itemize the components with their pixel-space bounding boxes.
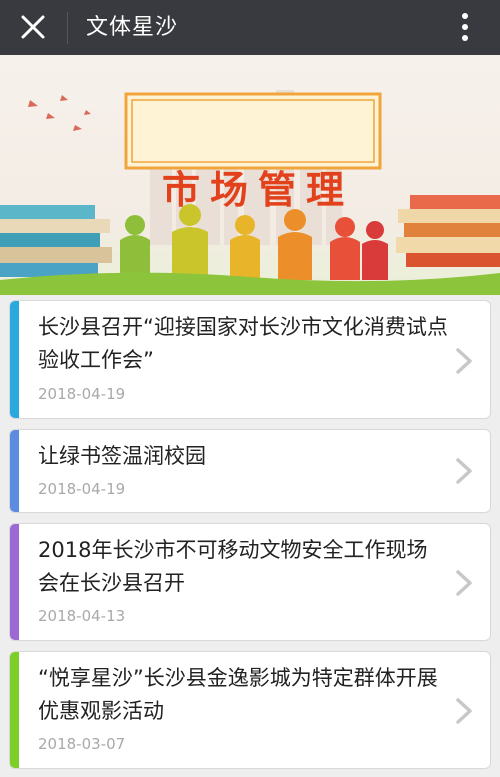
more-button[interactable] <box>456 10 474 44</box>
top-bar: 文体星沙 <box>0 0 500 55</box>
banner: 市场管理 <box>0 55 500 295</box>
article-title: 长沙县召开“迎接国家对长沙市文化消费试点验收工作会” <box>38 315 448 372</box>
close-icon <box>21 15 45 39</box>
header-divider <box>67 12 68 44</box>
article-title: 让绿书签温润校园 <box>38 444 206 468</box>
article-card[interactable]: 长沙县召开“迎接国家对长沙市文化消费试点验收工作会” 2018-04-19 <box>9 300 491 419</box>
article-card[interactable]: 让绿书签温润校园 2018-04-19 <box>9 429 491 513</box>
chevron-right-icon <box>456 458 472 484</box>
article-date: 2018-04-13 <box>38 607 126 625</box>
banner-title: 市场管理 <box>161 166 354 212</box>
chevron-right-icon <box>456 348 472 374</box>
article-date: 2018-04-19 <box>38 385 126 403</box>
article-date: 2018-03-07 <box>38 735 126 753</box>
more-vertical-icon <box>462 13 468 41</box>
chevron-right-icon <box>456 570 472 596</box>
chevron-right-icon <box>456 698 472 724</box>
article-card[interactable]: “悦享星沙”长沙县金逸影城为特定群体开展优惠观影活动 2018-03-07 <box>9 651 491 769</box>
article-card[interactable]: 2018年长沙市不可移动文物安全工作现场会在长沙县召开 2018-04-13 <box>9 523 491 641</box>
article-accent-bar <box>10 430 19 512</box>
article-date: 2018-04-19 <box>38 480 126 498</box>
article-accent-bar <box>10 652 19 768</box>
page-title: 文体星沙 <box>86 15 179 40</box>
article-accent-bar <box>10 301 19 418</box>
article-title: 2018年长沙市不可移动文物安全工作现场会在长沙县召开 <box>38 538 428 595</box>
close-button[interactable] <box>16 12 50 42</box>
article-title: “悦享星沙”长沙县金逸影城为特定群体开展优惠观影活动 <box>38 666 438 723</box>
article-accent-bar <box>10 524 19 640</box>
